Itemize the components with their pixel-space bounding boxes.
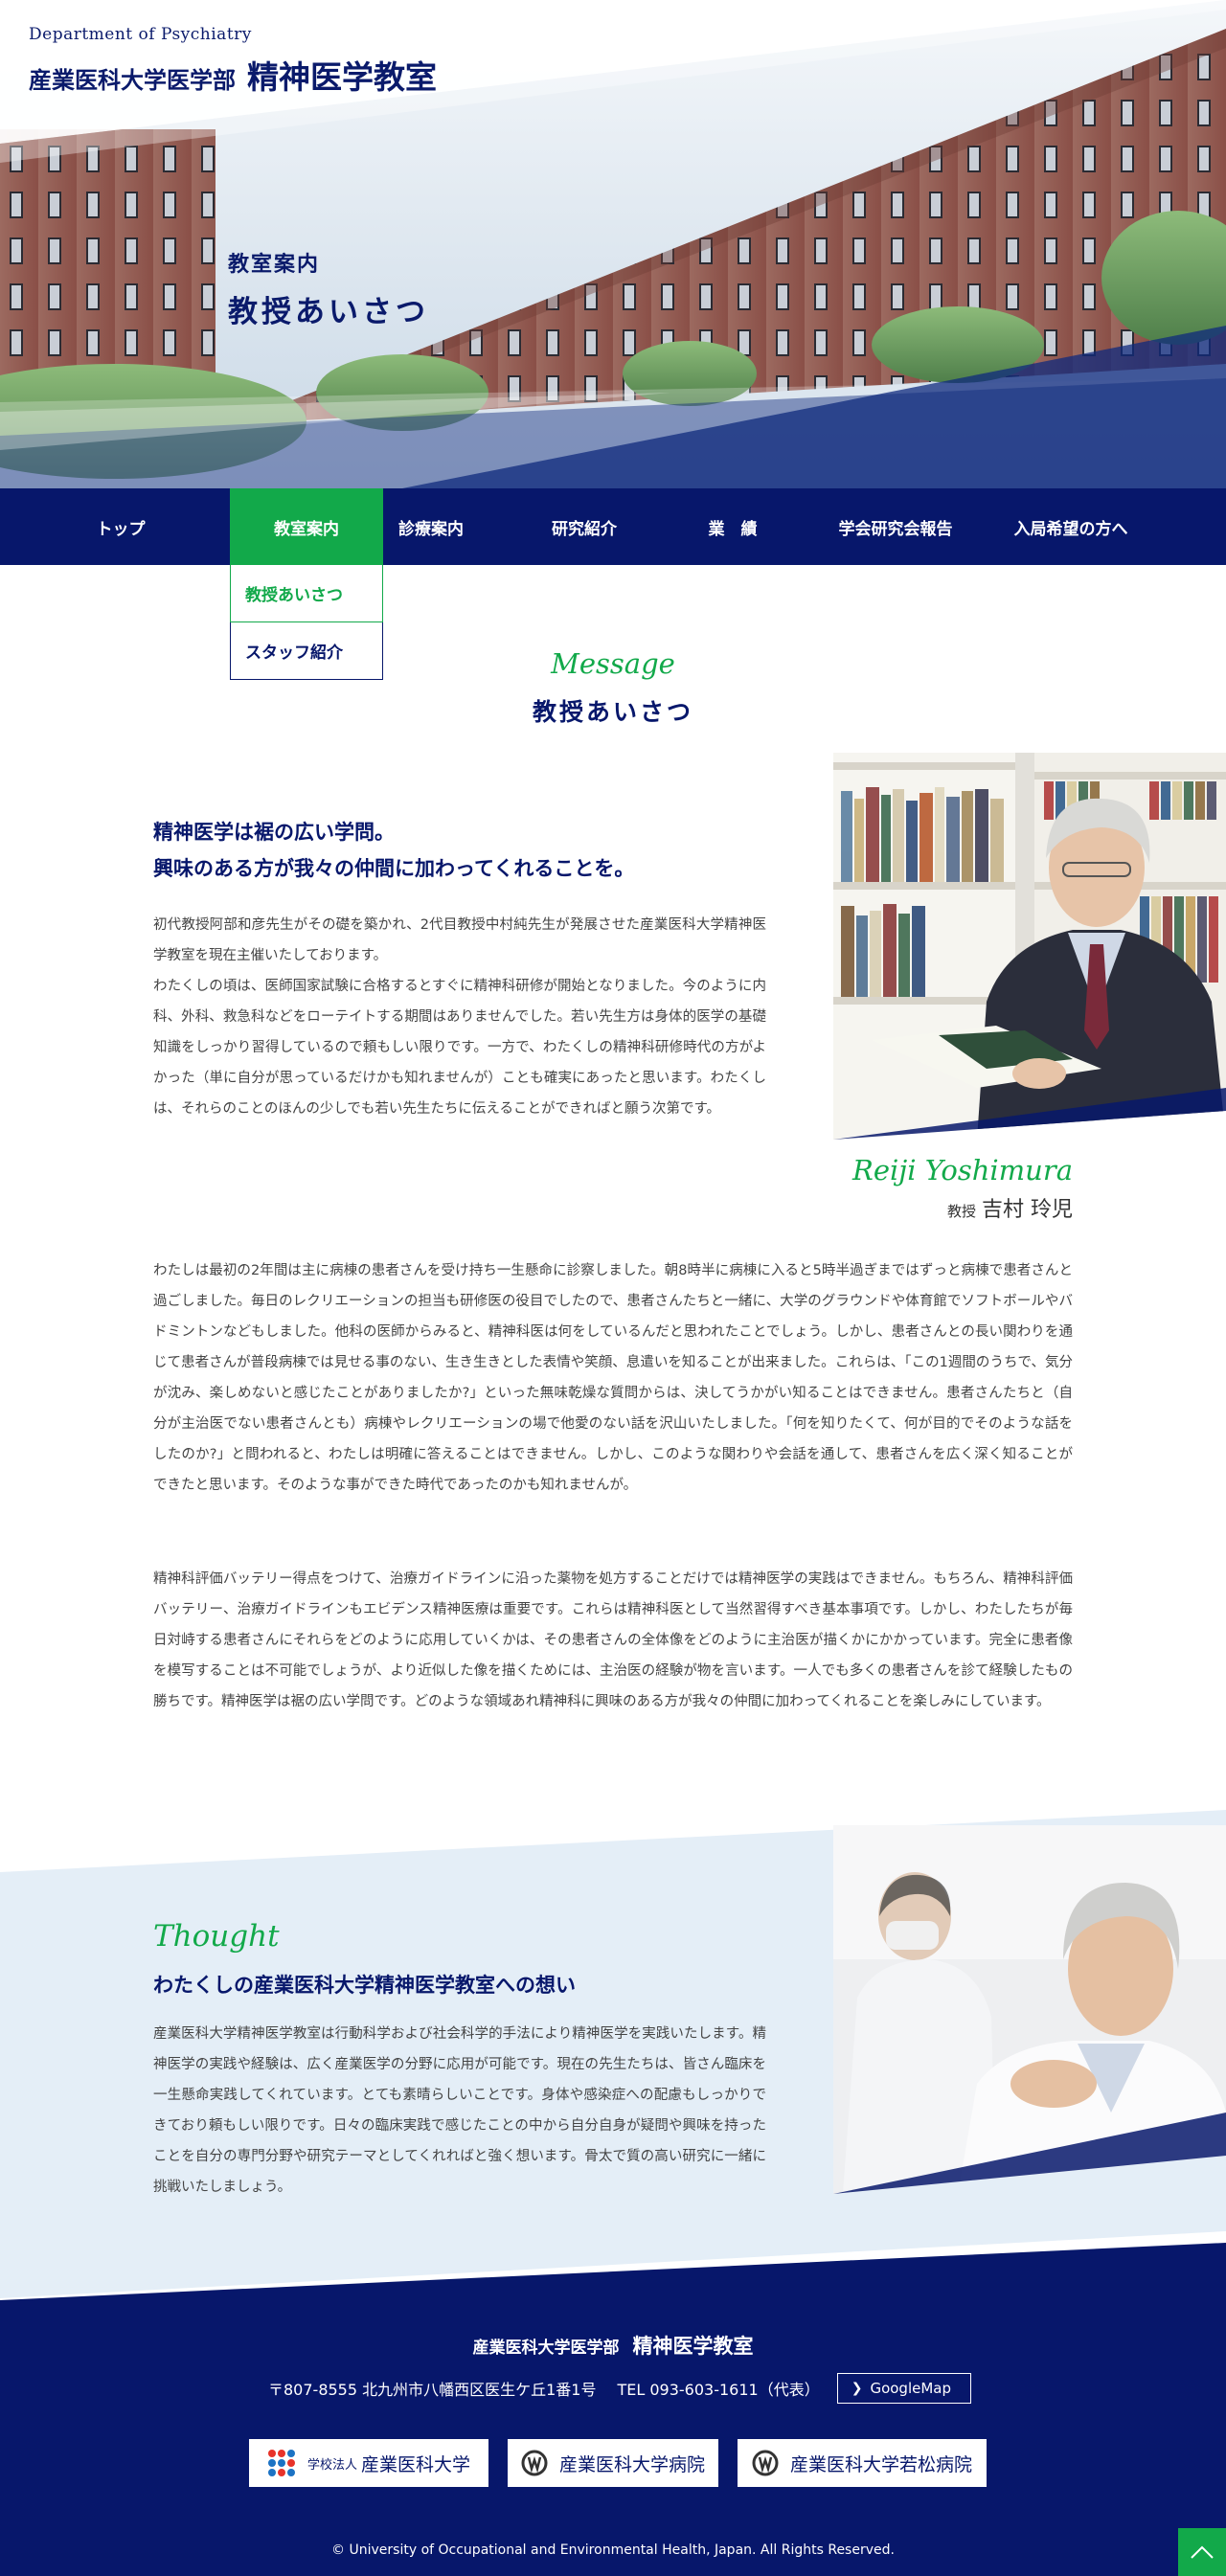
- nav-item-label: 研究紹介: [552, 519, 617, 539]
- message-lead: 精神医学は裾の広い学問。 興味のある方が我々の仲間に加わってくれることを。: [153, 814, 634, 887]
- nav-item-label: 学会研究会報告: [838, 519, 953, 539]
- lead-line-2: 興味のある方が我々の仲間に加わってくれることを。: [153, 857, 635, 880]
- thought-heading-jp: わたくしの産業医科大学精神医学教室への想い: [153, 1974, 576, 1997]
- back-to-top-button[interactable]: [1178, 2528, 1226, 2576]
- chevron-right-icon: ❯: [851, 2381, 863, 2396]
- hospital-logo-icon: [752, 2450, 779, 2476]
- footer-tel: TEL 093-603-1611（代表）: [617, 2381, 820, 2399]
- footer-school: 産業医科大学医学部: [472, 2339, 620, 2358]
- hero-page-title: 教授あいさつ: [228, 295, 429, 329]
- hero-banner: Department of Psychiatry 産業医科大学医学部 精神医学教…: [0, 0, 1226, 488]
- logo-label: 産業医科大学: [361, 2453, 471, 2475]
- logo-prefix: 学校法人: [306, 2457, 357, 2473]
- googlemap-label: GoogleMap: [870, 2380, 952, 2397]
- chevron-up-icon: [1191, 2545, 1214, 2559]
- brand-department-jp: 精神医学教室: [247, 58, 437, 96]
- site-footer: 産業医科大学医学部 精神医学教室 〒807-8555 北九州市八幡西区医生ケ丘1番…: [0, 2243, 1226, 2576]
- footer-address: 〒807-8555 北九州市八幡西区医生ケ丘1番1号: [268, 2381, 597, 2399]
- hospital-logo-icon: [521, 2450, 548, 2476]
- professor-portrait-photo: [833, 753, 1226, 1140]
- brand-school: 産業医科大学医学部: [29, 67, 236, 94]
- hero-category: 教室案内: [228, 253, 321, 277]
- nav-item-label: 診療案内: [398, 519, 464, 539]
- thought-paragraph: 産業医科大学精神医学教室は行動科学および社会科学的手法により精神医学を実践いたし…: [153, 2026, 766, 2195]
- footer-org-name: 産業医科大学医学部 精神医学教室: [0, 2331, 1226, 2360]
- signature-name-jp: 教授 吉村 玲児: [947, 1192, 1073, 1223]
- nav-item-top[interactable]: トップ: [44, 488, 197, 565]
- message-paragraph-1: 初代教授阿部和彦先生がその礎を築かれ、2代目教授中村純先生が発展させた産業医科大…: [153, 917, 766, 1117]
- logo-label: 産業医科大学若松病院: [789, 2453, 972, 2475]
- nav-item-join[interactable]: 入局希望の方へ: [994, 488, 1147, 565]
- professor-clinical-photo: [833, 1825, 1226, 2194]
- logo-label: 産業医科大学病院: [558, 2453, 705, 2475]
- message-heading-en: Message: [551, 647, 675, 680]
- footer-background: [0, 2243, 1226, 2576]
- signature-name-en: Reiji Yoshimura: [851, 1154, 1073, 1186]
- thought-heading-en: Thought: [153, 1919, 280, 1954]
- site-brand[interactable]: Department of Psychiatry 産業医科大学医学部 精神医学教…: [29, 25, 437, 98]
- message-paragraph-3: 精神科評価バッテリー得点をつけて、治療ガイドラインに沿った薬物を処方することだけ…: [153, 1571, 1073, 1709]
- nav-item-clinical[interactable]: 診療案内: [354, 488, 508, 565]
- nav-item-research[interactable]: 研究紹介: [508, 488, 661, 565]
- global-nav: トップ 教室案内 診療案内 研究紹介 業 績 学会研究会報告 入局希望の方へ: [0, 488, 1226, 565]
- nav-item-label: 業 績: [708, 519, 758, 539]
- googlemap-button[interactable]: ❯ GoogleMap: [836, 2373, 972, 2404]
- nav-item-conference[interactable]: 学会研究会報告: [819, 488, 972, 565]
- hero-title-block: 教室案内 教授あいさつ: [228, 247, 429, 330]
- footer-department: 精神医学教室: [632, 2335, 754, 2358]
- nav-item-achievements[interactable]: 業 績: [656, 488, 809, 565]
- copyright-text: © University of Occupational and Environ…: [331, 2542, 895, 2558]
- nav-item-label: トップ: [96, 519, 146, 539]
- logo-link-uoeh[interactable]: 学校法人 産業医科大学: [249, 2439, 488, 2487]
- footer-contact: 〒807-8555 北九州市八幡西区医生ケ丘1番1号 TEL 093-603-1…: [268, 2373, 972, 2404]
- nav-item-label: 入局希望の方へ: [1013, 519, 1128, 539]
- signature-role: 教授: [946, 1203, 976, 1220]
- lead-line-1: 精神医学は裾の広い学問。: [153, 821, 395, 844]
- nav-item-label: 教室案内: [274, 519, 339, 539]
- message-heading-jp: 教授あいさつ: [532, 698, 693, 726]
- submenu-item-greeting[interactable]: 教授あいさつ: [230, 565, 383, 622]
- logo-link-hospital[interactable]: 産業医科大学病院: [508, 2439, 718, 2487]
- brand-department-en: Department of Psychiatry: [29, 25, 252, 44]
- logo-link-wakamatsu-hospital[interactable]: 産業医科大学若松病院: [738, 2439, 987, 2487]
- brand-name-jp: 産業医科大学医学部 精神医学教室: [29, 52, 437, 98]
- message-paragraph-2: わたしは最初の2年間は主に病棟の患者さんを受け持ち一生懸命に診察しました。朝8時…: [153, 1263, 1073, 1493]
- uoeh-logo-icon: [267, 2450, 295, 2476]
- signature-name: 吉村 玲児: [982, 1198, 1073, 1222]
